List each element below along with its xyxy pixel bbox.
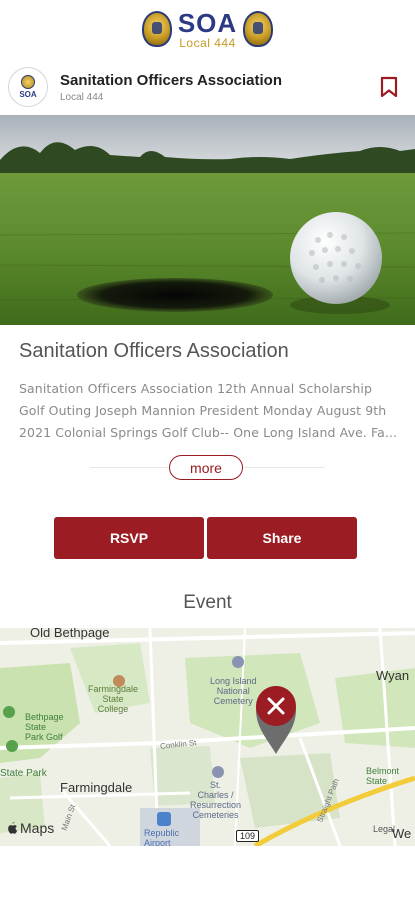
logo-wordmark: SOA Local 444	[178, 10, 237, 49]
map-location-pin[interactable]	[254, 684, 298, 756]
map-poi-icon	[113, 675, 125, 687]
organization-info: Sanitation Officers Association Local 44…	[60, 72, 375, 103]
map-label-old-bethpage: Old Bethpage	[30, 628, 110, 640]
more-button[interactable]: more	[169, 455, 243, 480]
organization-subtitle: Local 444	[60, 91, 104, 103]
rsvp-button[interactable]: RSVP	[54, 517, 204, 559]
map-label-national-cemetery: Long Island National Cemetery	[210, 676, 257, 706]
map-label-bethpage-state-park: Bethpage State Park Golf	[25, 712, 64, 742]
logo-sub-text: Local 444	[179, 35, 236, 50]
map-label-state-park: State Park	[0, 768, 47, 779]
event-hero-image	[0, 115, 415, 325]
bookmark-button[interactable]	[375, 73, 403, 101]
map-label-republic-airport: Republic Airport	[144, 828, 180, 846]
map-label-wyandanch: Wyan	[376, 668, 410, 683]
avatar[interactable]: SOA	[8, 67, 48, 107]
badge-seal-right-icon	[243, 11, 274, 47]
organization-name: Sanitation Officers Association	[60, 71, 282, 89]
map-label-farmingdale-state-college: Farmingdale State College	[88, 684, 139, 714]
event-map[interactable]: Old Bethpage Farmingdale State College B…	[0, 628, 415, 846]
share-button[interactable]: Share	[207, 517, 357, 559]
action-buttons: RSVP Share	[54, 517, 357, 559]
map-label-we: We	[392, 826, 412, 841]
logo-main-text: SOA	[177, 7, 238, 38]
section-heading: Event	[183, 592, 232, 613]
map-poi-icon	[3, 706, 15, 718]
bookmark-icon	[380, 76, 398, 98]
map-airport-icon	[157, 812, 171, 826]
maps-brand: Maps	[6, 820, 54, 836]
map-label-belmont: Belmont State	[366, 766, 400, 786]
avatar-text: SOA	[19, 90, 37, 99]
event-title: Sanitation Officers Association	[19, 340, 289, 362]
map-route-shield: 109	[236, 830, 260, 842]
app-logo: SOA Local 444	[0, 0, 415, 58]
badge-seal-left-icon	[141, 11, 172, 47]
map-poi-icon	[232, 656, 244, 668]
organization-header: SOA Sanitation Officers Association Loca…	[0, 62, 415, 112]
map-label-st-charles: St. Charles / Resurrection Cemeteries	[190, 780, 242, 820]
apple-icon	[8, 822, 18, 834]
event-description: Sanitation Officers Association 12th Ann…	[19, 381, 398, 440]
map-poi-icon	[212, 766, 224, 778]
map-poi-icon	[6, 740, 18, 752]
map-label-farmingdale: Farmingdale	[60, 780, 133, 795]
maps-brand-text: Maps	[20, 820, 55, 836]
avatar-seal-icon	[21, 75, 35, 89]
